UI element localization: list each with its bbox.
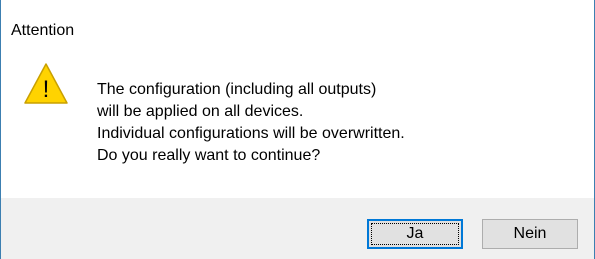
yes-button[interactable]: Ja bbox=[367, 219, 463, 249]
title-bar[interactable]: Attention bbox=[1, 0, 594, 39]
yes-button-label: Ja bbox=[406, 225, 424, 242]
message-line: Do you really want to continue? bbox=[97, 147, 321, 164]
warning-glyph: ! bbox=[43, 76, 50, 103]
message-line: will be applied on all devices. bbox=[97, 103, 304, 120]
no-button-label: Nein bbox=[513, 225, 547, 242]
message-line: The configuration (including all outputs… bbox=[97, 81, 377, 98]
warning-icon: ! bbox=[24, 63, 68, 104]
no-button[interactable]: Nein bbox=[482, 219, 578, 249]
attention-dialog: Attention ! The configuration (including… bbox=[0, 0, 595, 259]
message-line: Individual configurations will be overwr… bbox=[97, 125, 405, 142]
button-bar: Ja Nein bbox=[1, 198, 594, 259]
dialog-content: ! The configuration (including all outpu… bbox=[1, 38, 594, 198]
dialog-message: The configuration (including all outputs… bbox=[97, 79, 405, 167]
